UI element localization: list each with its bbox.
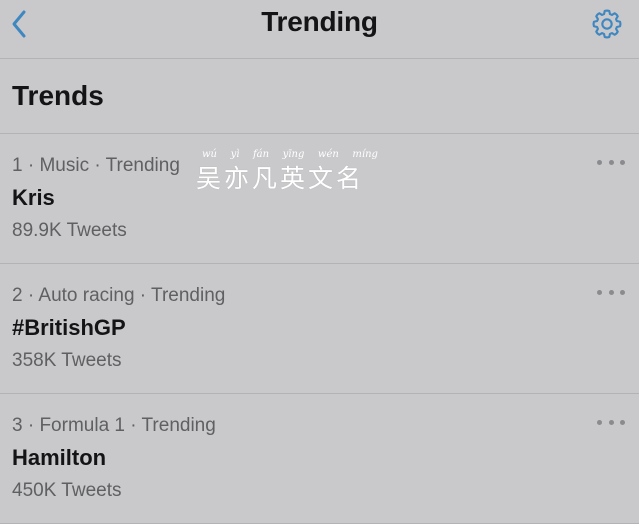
more-dot-icon bbox=[620, 419, 625, 425]
page-title: Trending bbox=[261, 6, 378, 37]
more-dot-icon bbox=[608, 289, 614, 295]
trend-tweet-count: 89.9K Tweets bbox=[12, 220, 127, 241]
more-dot-icon bbox=[620, 289, 625, 295]
more-dot-icon bbox=[620, 159, 625, 165]
trend-name: #BritishGP bbox=[12, 315, 126, 340]
gear-icon bbox=[592, 9, 622, 39]
trend-tweet-count: 450K Tweets bbox=[12, 480, 122, 501]
watermark-caption: wú yì fán yīng wén míng 吴亦凡英文名 bbox=[196, 149, 380, 193]
more-dot-icon bbox=[597, 419, 602, 425]
trend-meta: 3 · Formula 1 · Trending bbox=[12, 415, 216, 436]
more-dot-icon bbox=[597, 159, 602, 165]
trend-meta: 1 · Music · Trending bbox=[12, 155, 180, 176]
trend-tweet-count: 358K Tweets bbox=[12, 350, 122, 371]
more-dot-icon bbox=[597, 289, 602, 295]
trend-meta: 2 · Auto racing · Trending bbox=[12, 285, 226, 306]
section-title: Trends bbox=[12, 80, 104, 111]
settings-button[interactable] bbox=[587, 4, 627, 44]
watermark-text: 吴亦凡英文名 bbox=[196, 164, 365, 193]
top-nav-bar: Trending bbox=[0, 0, 639, 59]
more-options-button[interactable] bbox=[597, 414, 625, 430]
more-options-button[interactable] bbox=[597, 284, 625, 300]
trend-item[interactable]: 2 · Auto racing · Trending #BritishGP 35… bbox=[0, 264, 639, 394]
trend-item[interactable]: 3 · Formula 1 · Trending Hamilton 450K T… bbox=[0, 394, 639, 524]
more-dot-icon bbox=[608, 419, 614, 425]
more-options-button[interactable] bbox=[597, 154, 625, 170]
more-dot-icon bbox=[608, 159, 614, 165]
trend-name: Kris bbox=[12, 185, 55, 210]
trend-name: Hamilton bbox=[12, 445, 107, 470]
